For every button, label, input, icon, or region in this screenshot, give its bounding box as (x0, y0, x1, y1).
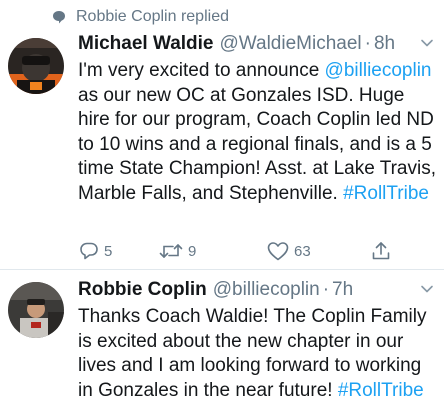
chevron-down-icon[interactable] (420, 36, 434, 50)
timestamp[interactable]: 8h (374, 30, 395, 58)
retweet-icon (159, 244, 183, 258)
chevron-down-icon[interactable] (420, 282, 434, 296)
reply-context: Robbie Coplin replied (52, 6, 229, 28)
reply-context-label: Robbie Coplin replied (76, 8, 229, 25)
tweet-body: Robbie Coplin @billiecoplin · 7h Thanks … (78, 276, 436, 403)
retweet-count: 9 (188, 242, 197, 260)
avatar[interactable] (8, 282, 64, 338)
author-name[interactable]: Michael Waldie (78, 30, 214, 58)
retweet-button[interactable]: 9 (158, 240, 196, 262)
tweet-thread: Robbie Coplin replied Michael Waldie @Wa… (0, 0, 444, 404)
separator-dot: · (364, 33, 371, 54)
author-handle[interactable]: @WaldieMichael (220, 30, 362, 58)
author-handle[interactable]: @billiecoplin (213, 276, 320, 304)
tweet[interactable]: Robbie Coplin @billiecoplin · 7h Thanks … (0, 270, 444, 404)
tweet-header: Michael Waldie @WaldieMichael · 8h (78, 30, 436, 58)
reply-button[interactable]: 5 (78, 240, 112, 262)
share-button[interactable] (370, 240, 392, 262)
like-button[interactable]: 63 (266, 240, 311, 262)
hashtag-link[interactable]: #RollTribe (338, 380, 424, 401)
tweet-actions: 5 9 63 (78, 236, 418, 266)
reply-count: 5 (104, 242, 113, 260)
separator-dot: · (322, 279, 330, 300)
avatar[interactable] (8, 38, 64, 94)
reply-icon (80, 242, 98, 260)
tweet-text: Thanks Coach Waldie! The Coplin Family i… (78, 305, 436, 403)
tweet[interactable]: Michael Waldie @WaldieMichael · 8h I'm v… (0, 28, 444, 270)
like-count: 63 (294, 242, 311, 260)
tweet-text-part: I'm very excited to announce (78, 60, 325, 81)
mention-link[interactable]: @billiecoplin (325, 60, 432, 81)
heart-icon (267, 242, 289, 261)
tweet-body: Michael Waldie @WaldieMichael · 8h I'm v… (78, 30, 436, 206)
hashtag-link[interactable]: #RollTribe (343, 183, 429, 204)
tweet-text: I'm very excited to announce @billiecopl… (78, 59, 436, 206)
speech-bubble-icon (53, 11, 65, 24)
author-name[interactable]: Robbie Coplin (78, 276, 207, 304)
tweet-header: Robbie Coplin @billiecoplin · 7h (78, 276, 436, 304)
timestamp[interactable]: 7h (332, 276, 353, 304)
share-icon (372, 242, 390, 260)
